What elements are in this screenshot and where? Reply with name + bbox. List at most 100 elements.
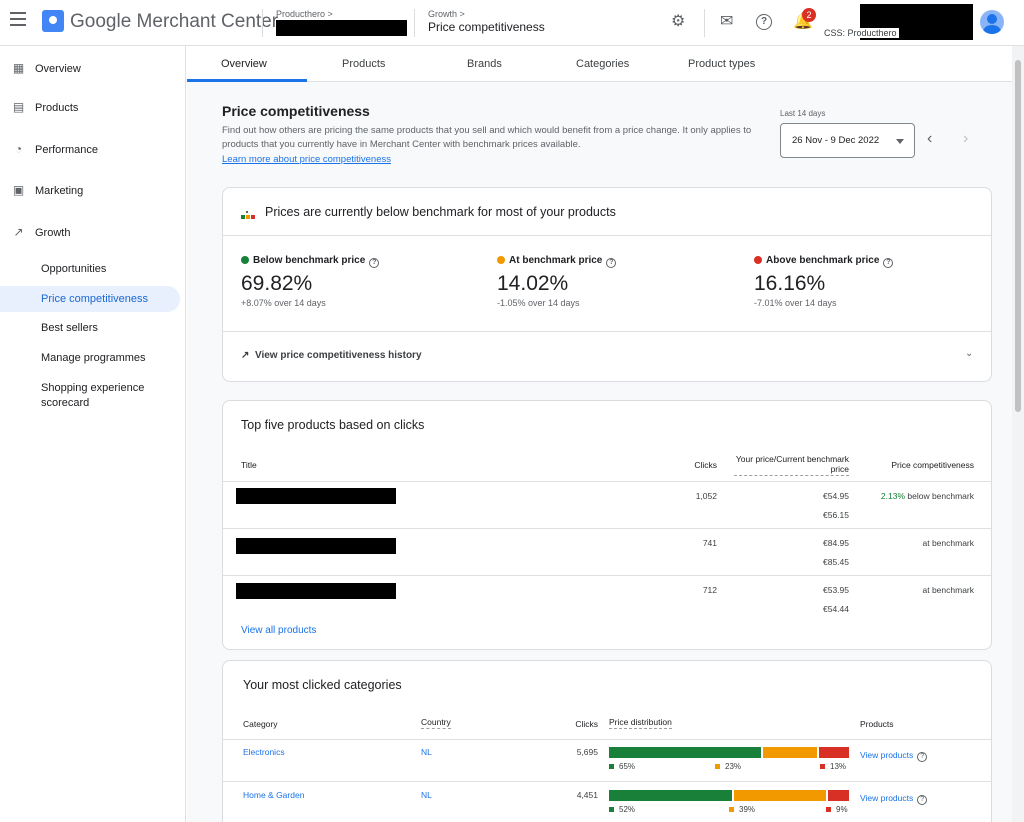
- view-products-link[interactable]: View products?: [860, 793, 928, 805]
- competitiveness-text: at benchmark: [922, 538, 975, 548]
- col-header-clicks[interactable]: Clicks: [663, 460, 717, 470]
- help-icon[interactable]: ?: [917, 752, 928, 762]
- view-all-products-link[interactable]: View all products: [241, 625, 316, 636]
- category-link[interactable]: Home & Garden: [243, 790, 304, 800]
- sidebar-subitem-price-competitiveness[interactable]: Price competitiveness: [0, 286, 180, 312]
- page-title: Price competitiveness: [222, 103, 370, 119]
- col-header-price-distribution[interactable]: Price distribution: [609, 717, 672, 729]
- history-link-label: View price competitiveness history: [254, 350, 422, 361]
- competitiveness-text: below benchmark: [905, 491, 974, 501]
- settings-gear-icon[interactable]: ⚙: [671, 13, 685, 31]
- redacted-product-title: [236, 538, 396, 554]
- clicks-value: 712: [702, 585, 717, 595]
- date-range-select[interactable]: 26 Nov - 9 Dec 2022: [780, 123, 915, 158]
- legend-above: 13%: [820, 762, 846, 771]
- help-icon[interactable]: ?: [917, 795, 928, 805]
- scrollbar[interactable]: [1012, 46, 1024, 822]
- tab-brands[interactable]: Brands: [467, 58, 502, 70]
- red-square-icon: [820, 764, 825, 769]
- benchmark-price: €85.45: [823, 557, 849, 567]
- active-tab-indicator: [187, 79, 307, 82]
- notification-badge: 2: [802, 8, 816, 22]
- price-bars-icon: [241, 209, 257, 219]
- app-name[interactable]: Google Merchant Center: [70, 11, 278, 33]
- avatar[interactable]: [980, 10, 1004, 34]
- sidebar-subitem-manage-programmes[interactable]: Manage programmes: [0, 351, 180, 366]
- sidebar-item-marketing[interactable]: ▣ Marketing: [0, 180, 186, 204]
- header-divider: [262, 9, 263, 37]
- scrollbar-thumb[interactable]: [1015, 60, 1021, 412]
- tab-product-types[interactable]: Product types: [688, 58, 755, 70]
- tab-bar: Overview Products Brands Categories Prod…: [187, 46, 1012, 82]
- metric-change: -1.05% over 14 days: [497, 298, 580, 308]
- tab-products[interactable]: Products: [342, 58, 385, 70]
- header-divider: [704, 9, 705, 37]
- sidebar-item-performance[interactable]: ◔ Performance: [0, 139, 186, 163]
- competitiveness-value: 2.13% below benchmark: [843, 491, 974, 501]
- country-link[interactable]: NL: [421, 790, 432, 800]
- col-header-title[interactable]: Title: [241, 460, 257, 470]
- bar-segment-below: [609, 747, 761, 758]
- metric-value: 14.02%: [497, 272, 569, 295]
- sidebar-subitem-best-sellers[interactable]: Best sellers: [0, 321, 180, 336]
- header-divider: [414, 9, 415, 37]
- category-link[interactable]: Electronics: [243, 747, 285, 757]
- dropdown-caret-icon: [896, 139, 904, 144]
- col-header-country[interactable]: Country: [421, 717, 451, 729]
- chevron-left-icon[interactable]: ‹: [927, 130, 932, 148]
- col-header-competitiveness[interactable]: Price competitiveness: [868, 460, 974, 470]
- green-square-icon: [609, 807, 614, 812]
- merchant-center-logo-icon: [42, 10, 64, 32]
- tab-categories[interactable]: Categories: [576, 58, 629, 70]
- clicks-value: 4,451: [576, 790, 598, 800]
- sidebar-subitem-opportunities[interactable]: Opportunities: [0, 262, 180, 277]
- breadcrumb-page: Price competitiveness: [428, 20, 545, 34]
- sidebar-item-growth[interactable]: ↗ Growth: [0, 222, 186, 246]
- account-chevron-icon: >: [327, 9, 333, 19]
- green-dot-icon: [241, 256, 249, 264]
- page-description: Find out how others are pricing the same…: [222, 125, 752, 150]
- sidebar-item-products[interactable]: ▤ Products: [0, 97, 186, 121]
- sidebar-item-label: Performance: [35, 144, 98, 156]
- red-square-icon: [826, 807, 831, 812]
- legend-value: 13%: [830, 762, 847, 771]
- col-header-category[interactable]: Category: [243, 719, 278, 729]
- divider: [223, 739, 991, 740]
- help-icon[interactable]: ?: [883, 258, 894, 268]
- breadcrumb-section[interactable]: Growth >: [428, 9, 465, 19]
- css-label: CSS: Producthero: [822, 28, 899, 38]
- sidebar-subitem-shopping-experience-scorecard[interactable]: Shopping experience scorecard: [0, 381, 160, 411]
- country-link[interactable]: NL: [421, 747, 432, 757]
- sidebar-item-label: Products: [35, 102, 79, 114]
- history-expander[interactable]: ↗ View price competitiveness history: [241, 350, 422, 361]
- sidebar-item-overview[interactable]: ▦ Overview: [0, 58, 186, 82]
- sidebar-item-label: Marketing: [35, 185, 84, 197]
- card-title: Your most clicked categories: [243, 678, 402, 692]
- help-icon[interactable]: ?: [756, 14, 772, 30]
- mail-icon[interactable]: ✉: [720, 13, 733, 31]
- clicks-value: 1,052: [695, 491, 717, 501]
- tab-overview[interactable]: Overview: [221, 58, 267, 70]
- help-icon[interactable]: ?: [369, 258, 380, 268]
- col-header-clicks[interactable]: Clicks: [553, 719, 598, 729]
- chevron-down-icon[interactable]: ⌄: [965, 348, 973, 359]
- benchmark-price: €56.15: [823, 510, 849, 520]
- account-switcher[interactable]: Producthero >: [276, 9, 333, 19]
- price-distribution-bar: [609, 747, 849, 758]
- green-square-icon: [609, 764, 614, 769]
- redacted-product-title: [236, 583, 396, 599]
- legend-value: 52%: [619, 805, 636, 814]
- sidebar: ▦ Overview ▤ Products ◔ Performance ▣ Ma…: [0, 46, 186, 822]
- help-icon[interactable]: ?: [606, 258, 617, 268]
- most-clicked-categories-card: Your most clicked categories Category Co…: [222, 660, 992, 822]
- col-header-price[interactable]: Your price/Current benchmark price: [734, 454, 849, 476]
- sidebar-item-label: Overview: [35, 63, 81, 75]
- learn-more-link[interactable]: Learn more about price competitiveness: [222, 154, 391, 165]
- metric-change: -7.01% over 14 days: [754, 298, 837, 308]
- legend-value: 65%: [619, 762, 636, 771]
- legend-value: 23%: [725, 762, 742, 771]
- trending-up-icon: ↗: [13, 225, 24, 239]
- menu-icon[interactable]: [10, 12, 26, 26]
- view-products-label: View products: [860, 793, 914, 803]
- view-products-link[interactable]: View products?: [860, 750, 928, 762]
